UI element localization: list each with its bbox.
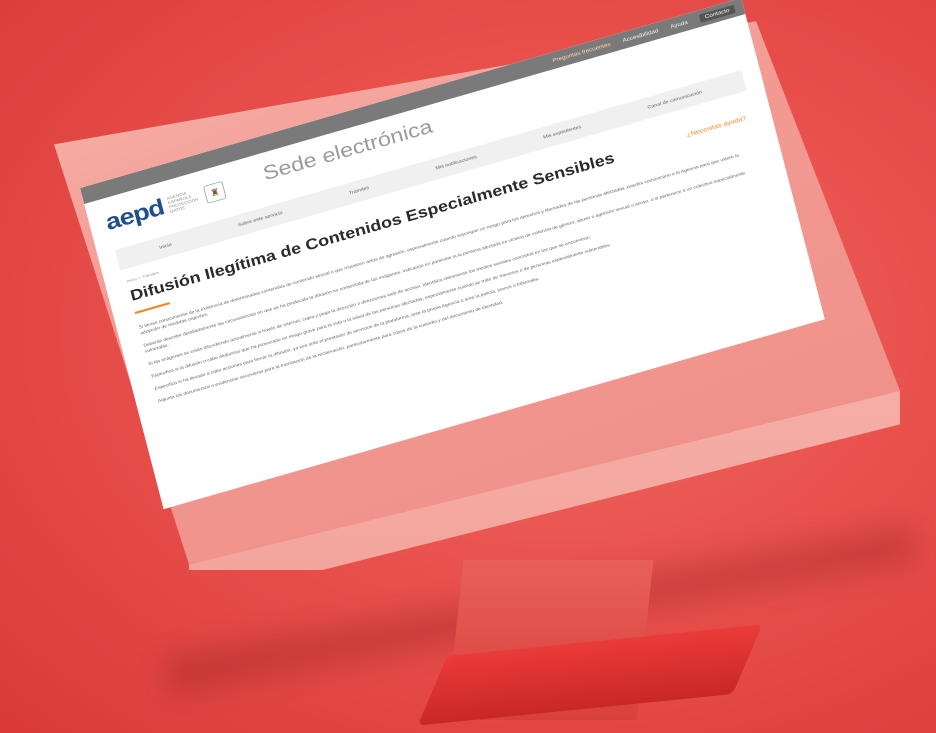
nav-item-servicio[interactable]: Sobre este servicio: [238, 211, 284, 228]
help-link[interactable]: Ayuda: [670, 19, 688, 29]
coat-of-arms-icon: ♜: [203, 180, 227, 204]
nav-item-inicio[interactable]: Inicio: [159, 243, 172, 251]
logo-wordmark: aepd: [102, 194, 167, 236]
nav-item-notificaciones[interactable]: Mis notificaciones: [435, 155, 477, 171]
browser-screen: Preguntas frecuentes Accesibilidad Ayuda…: [80, 0, 825, 510]
nav-item-tramites[interactable]: Trámites: [349, 186, 370, 196]
title-underline: [134, 301, 171, 315]
nav-item-expedientes[interactable]: Mis expedientes: [543, 125, 582, 140]
help-link-orange[interactable]: ¿Necesitas ayuda?: [686, 115, 747, 139]
logo-subtitle: AGENCIA ESPAÑOLA PROTECCIÓN DATOS: [166, 191, 199, 215]
